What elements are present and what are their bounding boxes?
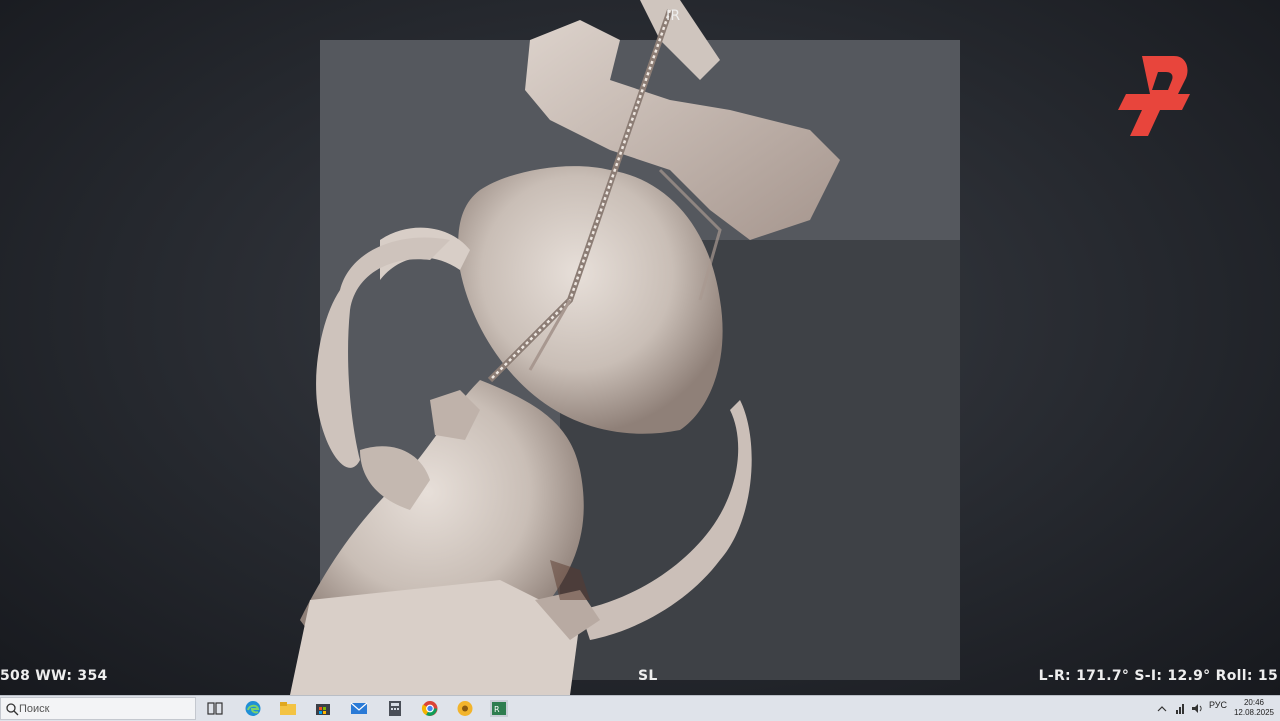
windows-taskbar: Поиск R РУС 20:46 12.08.2025 [0,695,1280,721]
orientation-label-top: IR [666,8,681,24]
calculator-icon[interactable] [386,700,404,717]
app-icon[interactable] [456,700,474,717]
taskbar-search-input[interactable]: Поиск [0,697,196,720]
window-level-readout: 508 WW: 354 [0,668,108,684]
file-explorer-icon[interactable] [279,700,297,717]
network-icon[interactable] [1174,700,1188,717]
3d-viewer-viewport[interactable]: IR 508 WW: 354 SL L-R: 171.7° S-I: 12.9°… [0,0,1280,695]
clock-time: 20:46 [1243,698,1264,707]
orientation-label-bottom: SL [638,668,658,684]
svg-text:R: R [494,705,500,714]
rotation-angles-readout: L-R: 171.7° S-I: 12.9° Roll: 15 [1038,668,1278,684]
search-icon [6,703,19,716]
volume-icon[interactable] [1190,700,1204,717]
search-placeholder: Поиск [19,703,50,715]
chrome-icon[interactable] [421,700,439,717]
mail-icon[interactable] [350,700,368,717]
store-icon[interactable] [314,700,332,717]
ren-tv-logo-icon [1118,56,1190,136]
task-view-icon[interactable] [206,700,224,717]
input-language-indicator[interactable]: РУС [1209,700,1227,710]
chevron-up-icon[interactable] [1156,700,1168,717]
edge-icon[interactable] [244,700,262,717]
system-clock[interactable]: 20:46 12.08.2025 [1234,698,1274,718]
radiant-viewer-icon[interactable]: R [490,700,508,717]
clock-date: 12.08.2025 [1233,708,1274,717]
skull-3d-render[interactable] [250,0,890,695]
